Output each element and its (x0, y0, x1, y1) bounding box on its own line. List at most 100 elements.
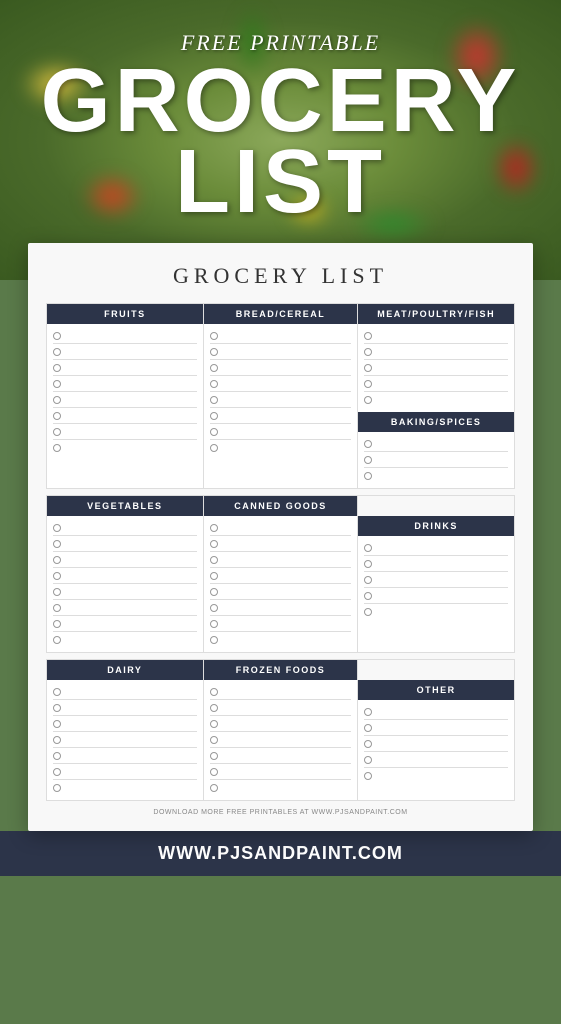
checkbox-circle[interactable] (210, 688, 218, 696)
list-item (210, 716, 352, 732)
checkbox-circle[interactable] (364, 380, 372, 388)
list-item (210, 732, 352, 748)
checkbox-circle[interactable] (53, 428, 61, 436)
main-title: GROCERY LIST (20, 61, 541, 223)
checkbox-circle[interactable] (364, 560, 372, 568)
checkbox-circle[interactable] (53, 688, 61, 696)
list-item (210, 684, 352, 700)
checkbox-circle[interactable] (53, 720, 61, 728)
list-item (364, 768, 508, 784)
checkbox-circle[interactable] (364, 724, 372, 732)
list-item (364, 736, 508, 752)
checkbox-circle[interactable] (210, 604, 218, 612)
list-item (210, 780, 352, 796)
checkbox-circle[interactable] (53, 540, 61, 548)
checkbox-circle[interactable] (210, 332, 218, 340)
checkbox-circle[interactable] (53, 784, 61, 792)
list-item (210, 376, 352, 392)
checkbox-circle[interactable] (53, 704, 61, 712)
checkbox-circle[interactable] (210, 784, 218, 792)
list-item (53, 748, 197, 764)
checkbox-circle[interactable] (210, 704, 218, 712)
checkbox-circle[interactable] (364, 592, 372, 600)
checkbox-circle[interactable] (53, 636, 61, 644)
checkbox-circle[interactable] (53, 348, 61, 356)
checkbox-circle[interactable] (210, 412, 218, 420)
checkbox-circle[interactable] (364, 772, 372, 780)
list-item (210, 632, 352, 648)
checkbox-circle[interactable] (364, 544, 372, 552)
title-line2: LIST (20, 142, 541, 223)
checkbox-circle[interactable] (53, 588, 61, 596)
checkbox-circle[interactable] (210, 348, 218, 356)
checkbox-circle[interactable] (364, 364, 372, 372)
drinks-header: DRINKS (358, 516, 514, 536)
checkbox-circle[interactable] (53, 752, 61, 760)
checkbox-circle[interactable] (53, 364, 61, 372)
checkbox-circle[interactable] (210, 768, 218, 776)
list-item (210, 552, 352, 568)
list-item (364, 344, 508, 360)
checkbox-circle[interactable] (364, 756, 372, 764)
checkbox-circle[interactable] (210, 428, 218, 436)
checkbox-circle[interactable] (364, 332, 372, 340)
checkbox-circle[interactable] (210, 636, 218, 644)
list-item (53, 392, 197, 408)
checkbox-circle[interactable] (53, 572, 61, 580)
checkbox-circle[interactable] (53, 524, 61, 532)
checkbox-circle[interactable] (364, 608, 372, 616)
checkbox-circle[interactable] (210, 524, 218, 532)
meat-header: MEAT/POULTRY/FISH (358, 304, 514, 324)
list-item (53, 520, 197, 536)
list-item (364, 360, 508, 376)
checkbox-circle[interactable] (210, 752, 218, 760)
checkbox-circle[interactable] (53, 604, 61, 612)
dairy-header: DAIRY (47, 660, 203, 680)
checkbox-circle[interactable] (210, 380, 218, 388)
checkbox-circle[interactable] (53, 736, 61, 744)
list-item (53, 684, 197, 700)
checkbox-circle[interactable] (210, 364, 218, 372)
canned-goods-section: CANNED GOODS (203, 496, 359, 652)
list-item (210, 748, 352, 764)
checkbox-circle[interactable] (364, 576, 372, 584)
checkbox-circle[interactable] (210, 720, 218, 728)
checkbox-circle[interactable] (210, 588, 218, 596)
checkbox-circle[interactable] (53, 620, 61, 628)
checkbox-circle[interactable] (53, 444, 61, 452)
checkbox-circle[interactable] (364, 456, 372, 464)
list-item (210, 408, 352, 424)
list-item (53, 616, 197, 632)
bread-cereal-section: BREAD/CEREAL (203, 304, 359, 488)
list-item (53, 584, 197, 600)
list-item (364, 436, 508, 452)
checkbox-circle[interactable] (364, 396, 372, 404)
checkbox-circle[interactable] (210, 444, 218, 452)
checkbox-circle[interactable] (364, 740, 372, 748)
checkbox-circle[interactable] (210, 620, 218, 628)
checkbox-circle[interactable] (210, 556, 218, 564)
checkbox-circle[interactable] (53, 768, 61, 776)
checkbox-circle[interactable] (53, 332, 61, 340)
checkbox-circle[interactable] (210, 396, 218, 404)
other-header: OTHER (358, 680, 514, 700)
checkbox-circle[interactable] (364, 348, 372, 356)
list-item (53, 716, 197, 732)
list-item (53, 632, 197, 648)
list-item (53, 600, 197, 616)
list-item (53, 376, 197, 392)
checkbox-circle[interactable] (53, 380, 61, 388)
checkbox-circle[interactable] (210, 540, 218, 548)
canned-goods-header: CANNED GOODS (204, 496, 358, 516)
checkbox-circle[interactable] (210, 572, 218, 580)
checkbox-circle[interactable] (53, 556, 61, 564)
list-item (364, 452, 508, 468)
list-item (210, 392, 352, 408)
frozen-foods-section: FROZEN FOODS (203, 660, 359, 800)
checkbox-circle[interactable] (364, 708, 372, 716)
checkbox-circle[interactable] (53, 396, 61, 404)
checkbox-circle[interactable] (53, 412, 61, 420)
checkbox-circle[interactable] (364, 472, 372, 480)
checkbox-circle[interactable] (210, 736, 218, 744)
checkbox-circle[interactable] (364, 440, 372, 448)
